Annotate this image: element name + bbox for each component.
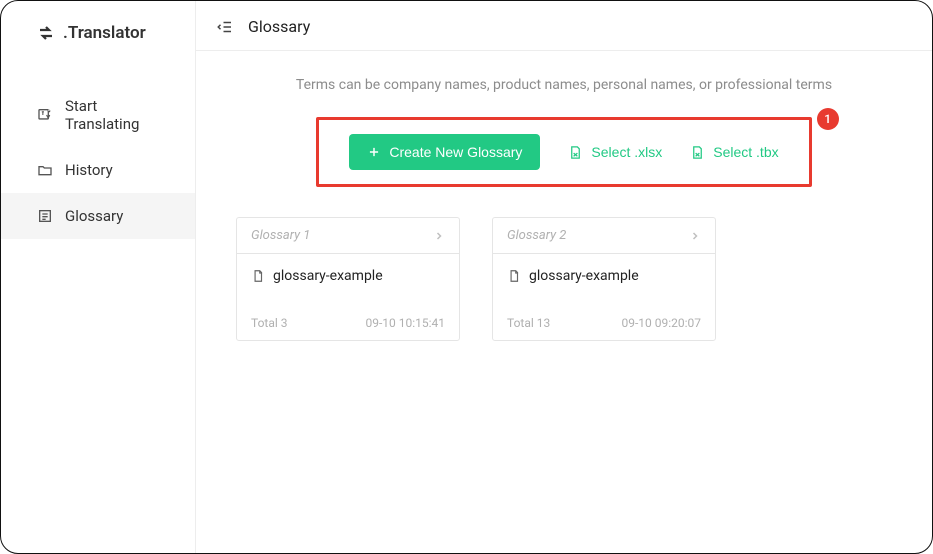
chevron-right-icon bbox=[689, 230, 701, 242]
card-title: Glossary 2 bbox=[507, 228, 566, 243]
card-total: Total 3 bbox=[251, 316, 288, 330]
document-icon bbox=[507, 269, 521, 283]
card-header: Glossary 2 bbox=[493, 218, 715, 254]
glossary-card[interactable]: Glossary 1 bbox=[236, 217, 460, 341]
card-footer: Total 13 09-10 09:20:07 bbox=[493, 306, 715, 340]
select-xlsx-button[interactable]: Select .xlsx bbox=[568, 144, 662, 160]
button-label: Select .xlsx bbox=[591, 144, 662, 160]
app-window: .Translator Start Translating bbox=[0, 0, 933, 554]
card-footer: Total 3 09-10 10:15:41 bbox=[237, 306, 459, 340]
sidebar-item-history[interactable]: History bbox=[1, 147, 195, 193]
file-xlsx-icon bbox=[568, 145, 583, 160]
hint-text: Terms can be company names, product name… bbox=[236, 77, 892, 93]
card-header: Glossary 1 bbox=[237, 218, 459, 254]
button-label: Select .tbx bbox=[713, 144, 778, 160]
sidebar-item-label: Glossary bbox=[65, 207, 123, 225]
nav: Start Translating History Glossary bbox=[1, 83, 195, 239]
app-logo: .Translator bbox=[1, 15, 195, 63]
file-tbx-icon bbox=[690, 145, 705, 160]
card-title: Glossary 1 bbox=[251, 228, 310, 243]
list-icon bbox=[37, 208, 53, 224]
header: Glossary bbox=[196, 1, 932, 51]
sidebar-item-label: History bbox=[65, 161, 113, 179]
card-body: glossary-example bbox=[237, 254, 459, 306]
folder-icon bbox=[37, 162, 53, 178]
document-icon bbox=[251, 269, 265, 283]
translate-icon bbox=[37, 107, 53, 123]
plus-icon bbox=[367, 145, 381, 159]
card-timestamp: 09-10 10:15:41 bbox=[365, 316, 445, 330]
glossary-cards: Glossary 1 bbox=[236, 217, 892, 341]
card-total: Total 13 bbox=[507, 316, 550, 330]
select-tbx-button[interactable]: Select .tbx bbox=[690, 144, 778, 160]
sidebar-item-start-translating[interactable]: Start Translating bbox=[1, 83, 195, 147]
chevron-right-icon bbox=[433, 230, 445, 242]
button-label: Create New Glossary bbox=[389, 144, 522, 160]
action-box: 1 Create New Glossary bbox=[316, 117, 811, 187]
sidebar: .Translator Start Translating bbox=[1, 1, 196, 553]
step-badge: 1 bbox=[817, 108, 839, 130]
card-filename: glossary-example bbox=[273, 268, 383, 284]
collapse-sidebar-icon[interactable] bbox=[216, 18, 234, 36]
sidebar-item-label: Start Translating bbox=[65, 97, 175, 133]
glossary-card[interactable]: Glossary 2 bbox=[492, 217, 716, 341]
main: Glossary Terms can be company names, pro… bbox=[196, 1, 932, 553]
app-title: .Translator bbox=[63, 23, 146, 43]
content: Terms can be company names, product name… bbox=[196, 51, 932, 367]
logo-icon bbox=[37, 24, 55, 42]
card-timestamp: 09-10 09:20:07 bbox=[621, 316, 701, 330]
card-body: glossary-example bbox=[493, 254, 715, 306]
card-filename: glossary-example bbox=[529, 268, 639, 284]
sidebar-item-glossary[interactable]: Glossary bbox=[1, 193, 195, 239]
create-glossary-button[interactable]: Create New Glossary bbox=[349, 134, 540, 170]
page-title: Glossary bbox=[248, 17, 310, 36]
